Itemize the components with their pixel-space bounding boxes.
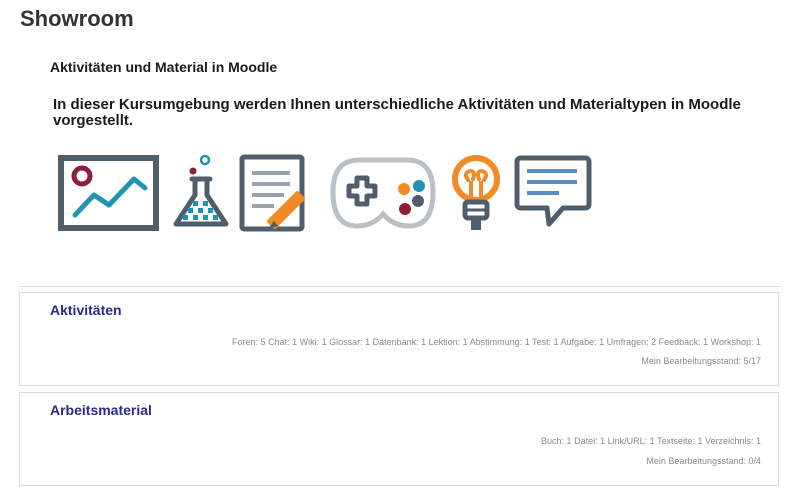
flask-icon [173,154,229,227]
activities-card: Aktivitäten Foren: 5 Chat: 1 Wiki: 1 Glo… [19,292,779,386]
activities-progress: Mein Bearbeitungsstand: 5/17 [641,356,761,366]
page-title: Showroom [20,6,134,31]
chart-icon [58,155,159,231]
intro-text: In dieser Kursumgebung werden Ihnen unte… [53,96,741,129]
activities-title-link[interactable]: Aktivitäten [50,302,122,318]
material-counts: Buch: 1 Datei: 1 Link/URL: 1 Textseite: … [541,436,761,446]
document-edit-icon [239,154,305,232]
speech-bubble-icon [514,155,592,227]
divider [19,286,781,287]
material-card: Arbeitsmaterial Buch: 1 Datei: 1 Link/UR… [19,392,779,486]
activities-counts: Foren: 5 Chat: 1 Wiki: 1 Glossar: 1 Date… [232,337,761,347]
lightbulb-icon [452,155,500,230]
section-heading: Aktivitäten und Material in Moodle [50,59,278,75]
material-progress: Mein Bearbeitungsstand: 0/4 [646,456,761,466]
gamepad-icon [330,157,436,229]
material-title-link[interactable]: Arbeitsmaterial [50,402,152,418]
